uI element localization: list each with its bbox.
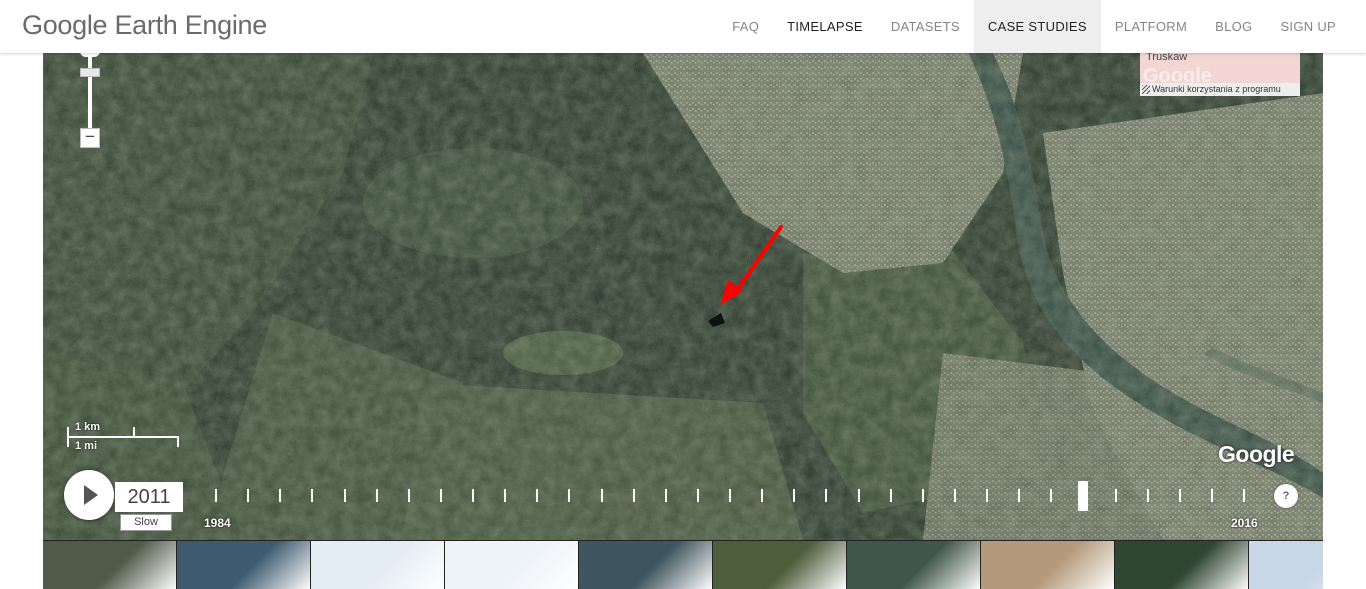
terms-of-use-link[interactable]: Warunki korzystania z programu: [1140, 83, 1300, 96]
scale-tick: [133, 427, 135, 437]
timeline-year-tick[interactable]: [664, 489, 667, 502]
nav-platform[interactable]: PLATFORM: [1101, 0, 1201, 53]
timeline-current-handle[interactable]: [1078, 481, 1089, 511]
scale-mi-label: 1 mi: [75, 440, 98, 452]
timeline-year-tick[interactable]: [247, 489, 250, 502]
scale-tick: [177, 436, 179, 447]
main-nav: FAQ TIMELAPSE DATASETS CASE STUDIES PLATFORM…: [718, 0, 1350, 53]
top-header: Google Earth Engine FAQ TIMELAPSE DATASETS…: [0, 0, 1366, 53]
site-logo[interactable]: Google Earth Engine: [22, 10, 267, 41]
nav-timelapse[interactable]: TIMELAPSE: [773, 0, 877, 53]
scale-bar: 1 km 1 mi: [67, 419, 182, 453]
thumb-ice-2[interactable]: [445, 541, 579, 589]
thumb-ice-1[interactable]: [311, 541, 445, 589]
minimap-place-label: Truskaw: [1146, 53, 1188, 63]
nav-blog[interactable]: BLOG: [1201, 0, 1266, 53]
timeline-year-tick[interactable]: [568, 489, 571, 502]
timeline-year-tick[interactable]: [343, 489, 346, 502]
timeline-year-tick[interactable]: [1178, 489, 1181, 502]
timeline-year-tick[interactable]: [889, 489, 892, 502]
timeline-year-tick[interactable]: [1114, 489, 1117, 502]
timeline-year-tick[interactable]: [279, 489, 282, 502]
timeline-year-tick[interactable]: [632, 489, 635, 502]
terms-icon: [1142, 85, 1150, 94]
terms-text: Warunki korzystania z programu: [1152, 84, 1281, 94]
timeline-year-tick[interactable]: [1146, 489, 1149, 502]
timeline-year-tick[interactable]: [1018, 489, 1021, 502]
nav-faq[interactable]: FAQ: [718, 0, 773, 53]
scale-tick: [67, 427, 69, 447]
scale-line: [67, 436, 179, 438]
timeline-year-tick[interactable]: [761, 489, 764, 502]
timeline-year-tick[interactable]: [536, 489, 539, 502]
thumb-reservoir[interactable]: [847, 541, 981, 589]
timeline-year-tick[interactable]: [1243, 489, 1245, 502]
thumb-glacier[interactable]: [1249, 541, 1323, 589]
timeline-year-tick[interactable]: [921, 489, 924, 502]
timeline-year-tick[interactable]: [986, 489, 988, 502]
google-watermark: Google: [1218, 441, 1295, 467]
timeline-year-tick[interactable]: [311, 489, 314, 502]
satellite-image[interactable]: [43, 53, 1323, 540]
play-icon: [84, 485, 98, 505]
zoom-out-button[interactable]: −: [80, 128, 100, 148]
timeline-year-tick[interactable]: [696, 489, 699, 502]
timeline-year-tick[interactable]: [407, 489, 410, 502]
timeline-year-tick[interactable]: [857, 489, 860, 502]
thumb-forest[interactable]: [1115, 541, 1249, 589]
timeline-year-tick[interactable]: [729, 489, 731, 502]
nav-sign-up[interactable]: SIGN UP: [1266, 0, 1350, 53]
case-study-thumbnails: [43, 540, 1323, 589]
timeline-year-tick[interactable]: [600, 489, 603, 502]
zoom-slider-track[interactable]: [88, 53, 92, 129]
thumb-lagoon[interactable]: [177, 541, 311, 589]
timeline-year-tick[interactable]: [375, 489, 378, 502]
thumb-desert-city[interactable]: [981, 541, 1115, 589]
zoom-slider-handle[interactable]: [80, 68, 100, 77]
timeline-year-tick[interactable]: [472, 489, 474, 502]
timelapse-viewer[interactable]: − Truskaw Google Warunki korzystania z p…: [43, 53, 1323, 540]
timeline-year-tick[interactable]: [439, 489, 442, 502]
thumb-delta[interactable]: [579, 541, 713, 589]
timeline-year-tick[interactable]: [504, 489, 507, 502]
help-button[interactable]: ?: [1274, 484, 1298, 508]
timeline-year-tick[interactable]: [825, 489, 828, 502]
timeline-year-tick[interactable]: [1050, 489, 1053, 502]
thumb-farmland[interactable]: [713, 541, 847, 589]
speed-toggle-button[interactable]: Slow: [120, 514, 172, 531]
thumb-coastal-city[interactable]: [43, 541, 177, 589]
timeline-year-tick[interactable]: [793, 489, 796, 502]
nav-case-studies[interactable]: CASE STUDIES: [973, 0, 1101, 53]
timeline-year-tick[interactable]: [1210, 489, 1213, 502]
timeline-year-tick[interactable]: [215, 489, 217, 502]
play-button[interactable]: [64, 470, 114, 520]
timeline-year-tick[interactable]: [953, 489, 956, 502]
current-year-display: 2011: [115, 482, 183, 512]
timeline-start-year: 1984: [204, 516, 231, 530]
timeline-end-year: 2016: [1231, 516, 1258, 530]
minimap-google-logo: Google: [1143, 65, 1212, 83]
scale-km-label: 1 km: [75, 421, 101, 433]
nav-datasets[interactable]: DATASETS: [877, 0, 974, 53]
overview-minimap[interactable]: Truskaw Google: [1140, 53, 1300, 83]
